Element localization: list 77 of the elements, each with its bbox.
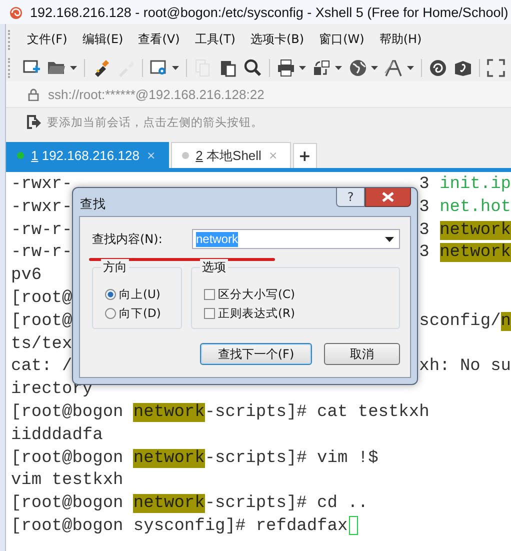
- terminal-text: net.hot: [440, 198, 511, 217]
- group-title: 选项: [200, 259, 228, 276]
- match-highlight: network: [440, 243, 511, 262]
- terminal-text: -scripts]# cd ..: [204, 494, 368, 514]
- close-button[interactable]: [365, 188, 411, 207]
- checkbox-option[interactable]: 正则表达式(R): [204, 305, 399, 321]
- radio-option[interactable]: 向上(U): [105, 286, 181, 302]
- session-tab[interactable]: 1 192.168.216.128 ×: [6, 142, 169, 168]
- hint-text: 要添加当前会话，点击左侧的箭头按钮。: [47, 114, 263, 130]
- terminal-text: irectory: [11, 380, 93, 400]
- menu-item[interactable]: 工具(T): [194, 31, 236, 48]
- terminal-text: vim testkxh: [11, 471, 124, 490]
- menu-item[interactable]: 选项卡(B): [250, 31, 304, 48]
- caret-icon[interactable]: [407, 66, 414, 70]
- tab-label: 2 本地Shell: [196, 146, 262, 164]
- terminal-text: -rw-r-: [11, 220, 72, 240]
- menu-item[interactable]: 窗口(W): [319, 31, 364, 48]
- terminal-text: -rwxr-: [11, 198, 72, 217]
- close-icon: [382, 192, 394, 202]
- window-title: 192.168.216.128 - root@bogon:/etc/sysconfig - Xshell 5 (Free for Home/School): [30, 4, 508, 20]
- terminal-text: 3: [419, 243, 430, 262]
- app-logo-icon: [8, 4, 24, 20]
- terminal-text: [root@: [11, 288, 72, 308]
- menu-item[interactable]: 文件(F): [27, 31, 68, 48]
- session-tab[interactable]: 2 本地Shell ×: [170, 142, 291, 168]
- terminal-text: cat: /: [11, 357, 72, 376]
- terminal-text: [root@bogon sysconfig]# refdadfax: [11, 516, 348, 536]
- caret-icon[interactable]: [335, 66, 342, 70]
- terminal-text: sconfig/: [419, 312, 501, 331]
- tab-label: 1 192.168.216.128: [31, 148, 140, 163]
- printer-icon[interactable]: [276, 58, 296, 78]
- match-highlight: n: [500, 312, 511, 331]
- caret-icon[interactable]: [371, 66, 378, 70]
- terminal-text: init.ip: [440, 175, 511, 194]
- terminal-text: xh: No su: [419, 357, 511, 376]
- terminal-text: [root@bogon: [11, 448, 124, 468]
- match-highlight: network: [440, 220, 511, 240]
- dropdown-icon[interactable]: [385, 236, 394, 242]
- terminal-text: -scripts]# cat testkxh: [204, 402, 430, 422]
- lock-icon: [28, 88, 39, 100]
- match-highlight: network: [133, 402, 205, 422]
- globe-icon[interactable]: [348, 58, 368, 78]
- terminal-text: 3: [419, 220, 430, 240]
- field-label: 查找内容(N):: [92, 230, 164, 248]
- caret-icon[interactable]: [70, 66, 77, 70]
- menu-item[interactable]: 查看(V): [138, 31, 180, 48]
- checkbox-option[interactable]: 区分大小写(C): [204, 286, 399, 302]
- menu-item[interactable]: 帮助(H): [379, 31, 422, 48]
- font-icon[interactable]: [384, 58, 404, 78]
- terminal-text: pv6: [11, 266, 42, 286]
- cancel-button[interactable]: 取消: [324, 343, 400, 365]
- transfer-icon[interactable]: [312, 58, 332, 78]
- terminal-text: [root@bogon: [11, 402, 124, 422]
- match-highlight: network: [133, 494, 205, 514]
- terminal-text: -scripts]# vim !$: [204, 448, 378, 468]
- radio-option[interactable]: 向下(D): [105, 305, 181, 321]
- terminal-text: iidddadfa: [11, 426, 103, 445]
- terminal-text: ts/tex: [11, 334, 72, 354]
- terminal-text: -rw-r-: [11, 243, 72, 262]
- terminal-text: 3: [419, 175, 430, 194]
- find-next-button[interactable]: 查找下一个(F): [200, 343, 312, 365]
- terminal-text: -rwxr-: [11, 175, 72, 194]
- search-icon[interactable]: [243, 58, 263, 78]
- add-session-arrow-icon[interactable]: [25, 114, 41, 130]
- terminal-text: [root@bogon: [11, 494, 124, 514]
- terminal-text: [root@: [11, 312, 72, 331]
- caret-icon[interactable]: [172, 66, 179, 70]
- fullscreen-icon[interactable]: [486, 58, 506, 78]
- terminal-text: 3: [419, 198, 430, 217]
- help-button[interactable]: ?: [336, 188, 365, 207]
- new-tab-button[interactable]: +: [292, 143, 317, 168]
- caret-icon[interactable]: [299, 66, 306, 70]
- paste-icon[interactable]: [218, 58, 238, 78]
- menu-item[interactable]: 编辑(E): [82, 31, 124, 48]
- dialog-title: 查找: [80, 196, 106, 213]
- shell-logo-icon[interactable]: [428, 58, 448, 78]
- match-highlight: network: [133, 448, 205, 468]
